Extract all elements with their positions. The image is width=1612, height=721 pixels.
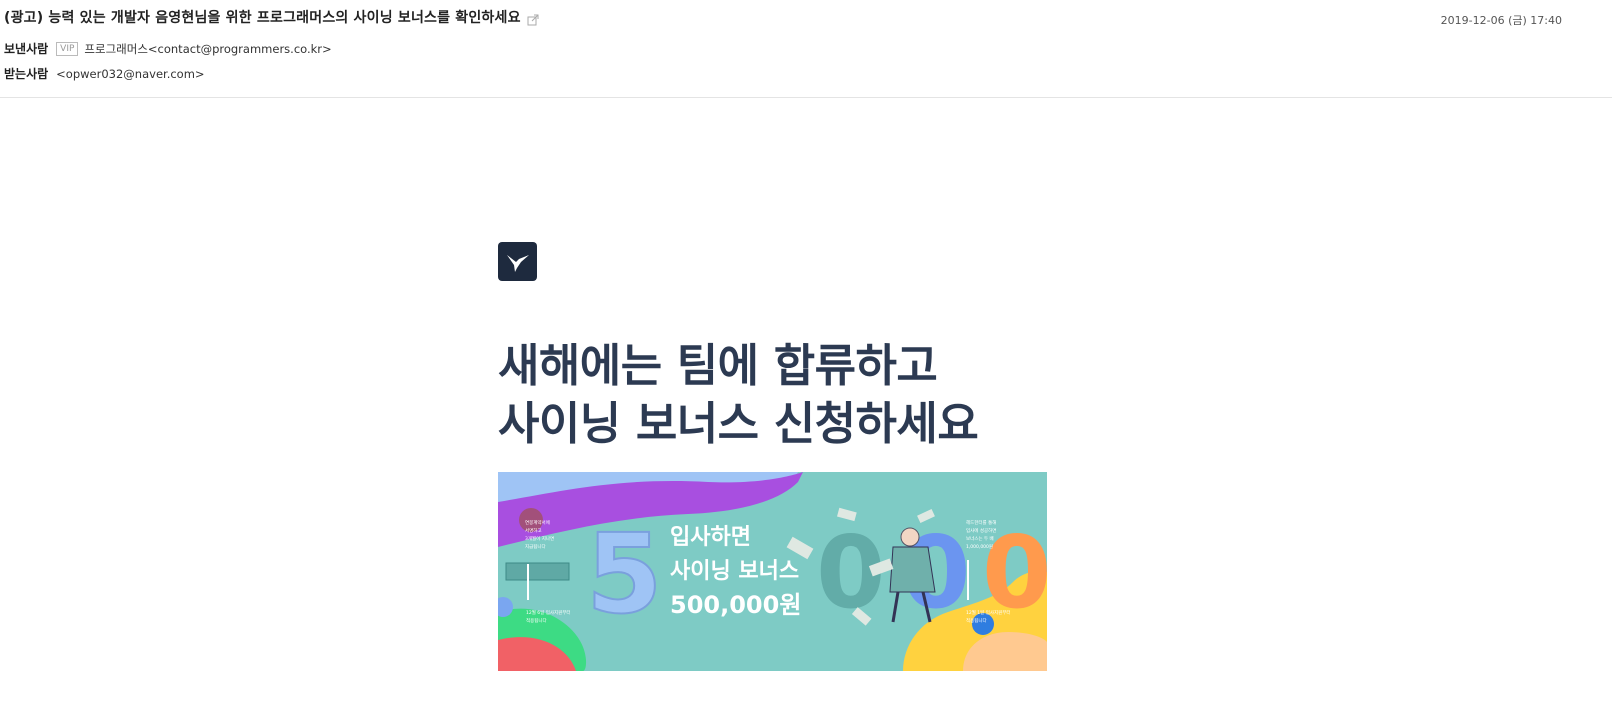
hummingbird-logo-icon[interactable] [498, 242, 537, 281]
banner-line-2: 사이닝 보너스 [670, 559, 799, 584]
from-row: 보낸사람 VIP 프로그래머스<contact@programmers.co.k… [4, 40, 332, 57]
to-address[interactable]: <opwer032@naver.com> [56, 67, 204, 81]
mail-date: 2019-12-06 (금) 17:40 [1440, 14, 1562, 27]
note-right-bottom-line-1: 12월 1일 입사지원부터 [966, 609, 1011, 616]
external-window-icon[interactable] [527, 11, 539, 26]
from-label: 보낸사람 [4, 42, 49, 56]
headline: 새해에는 팀에 합류하고 사이닝 보너스 신청하세요 [498, 337, 1047, 453]
decor-bar [505, 562, 570, 581]
to-label: 받는사람 [4, 67, 49, 81]
note-left-bottom-line-2: 적용됩니다 [526, 617, 548, 624]
banner-big-digit: 5 [586, 510, 663, 638]
mail-header: (광고) 능력 있는 개발자 음영현님을 위한 프로그래머스의 사이닝 보너스를… [0, 0, 1612, 98]
signing-bonus-banner[interactable]: 5 입사하면 사이닝 보너스 500,000원 0 0 0 연봉계약서에 서명하… [498, 472, 1047, 671]
mail-subject: (광고) 능력 있는 개발자 음영현님을 위한 프로그래머스의 사이닝 보너스를… [4, 10, 521, 26]
note-right-line-2: 입사에 성공하면 [966, 527, 996, 534]
headline-line-2: 사이닝 보너스 신청하세요 [498, 397, 979, 450]
banner-line-3: 500,000원 [670, 591, 801, 619]
note-right-bottom-line-2: 적용됩니다 [966, 617, 988, 624]
note-left-line-4: 지급됩니다 [525, 543, 547, 550]
vip-badge: VIP [56, 41, 79, 56]
note-left-bottom-line-1: 12월 6일 입사지원부터 [526, 609, 571, 616]
headline-line-1: 새해에는 팀에 합류하고 [498, 339, 938, 392]
note-right-line-3: 보너스는 두 배 [966, 535, 994, 542]
subject-row: (광고) 능력 있는 개발자 음영현님을 위한 프로그래머스의 사이닝 보너스를… [4, 7, 539, 27]
note-left-line-2: 서명하고 [525, 527, 542, 534]
mail-body: 새해에는 팀에 합류하고 사이닝 보너스 신청하세요 5 입사하면 사이닝 보너… [498, 242, 1047, 671]
banner-line-1: 입사하면 [670, 525, 751, 550]
banner-illustration: 5 입사하면 사이닝 보너스 500,000원 0 0 0 연봉계약서에 서명하… [498, 472, 1047, 671]
note-left-line-1: 연봉계약서에 [525, 519, 550, 526]
note-right-line-4: 1,000,000원 [966, 543, 993, 550]
note-left-line-3: 3개월이 지나면 [525, 535, 554, 542]
from-address[interactable]: 프로그래머스<contact@programmers.co.kr> [84, 41, 331, 57]
note-right-line-1: 헤드헌터를 통해 [966, 519, 996, 526]
to-row: 받는사람 <opwer032@naver.com> [4, 65, 205, 82]
